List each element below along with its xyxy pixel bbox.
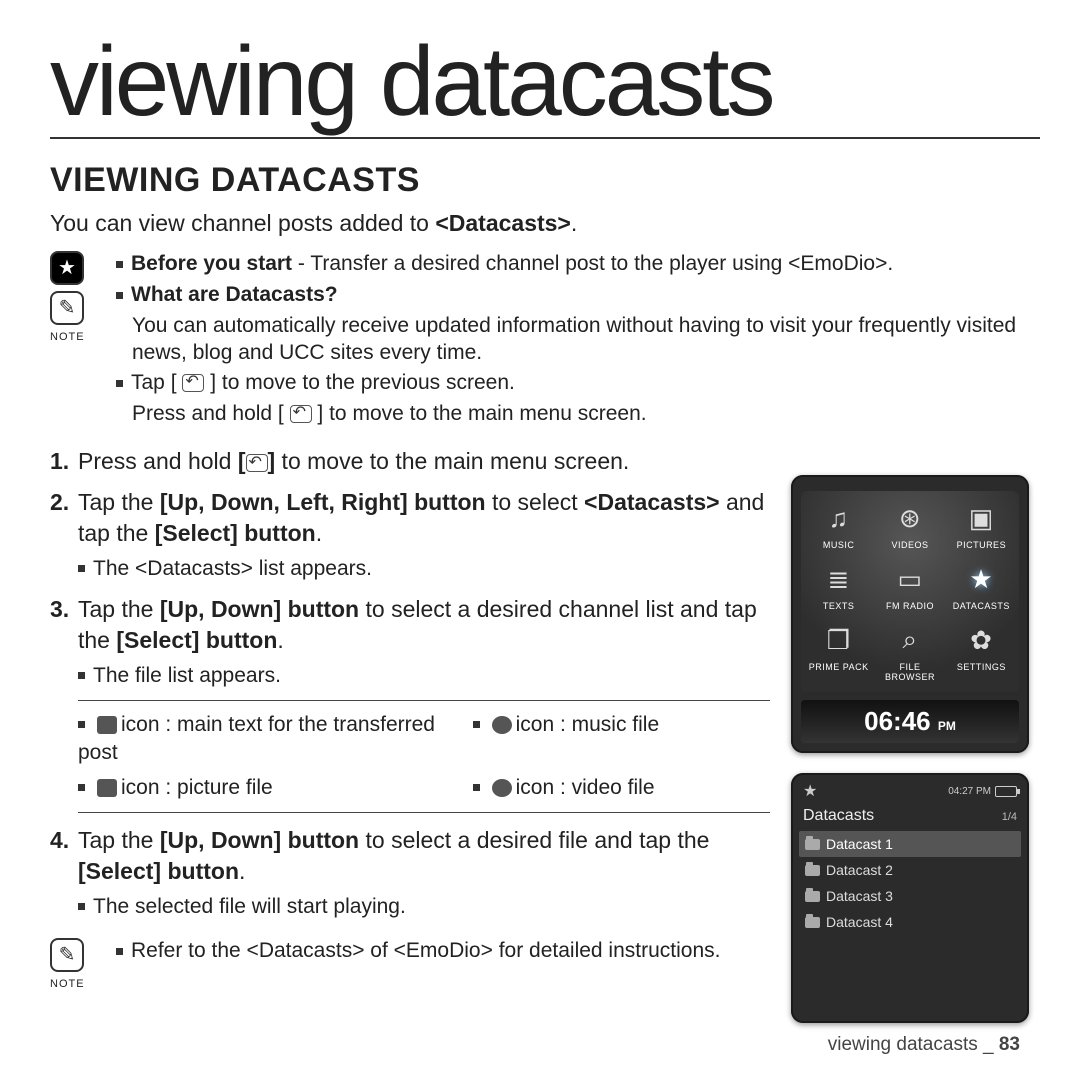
bottom-note: ✎ NOTE Refer to the <Datacasts> of <EmoD… (50, 938, 770, 990)
datacasts-icon: ★ (803, 781, 817, 801)
step-1: Press and hold [] to move to the main me… (50, 446, 770, 477)
star-icon: ★ (50, 251, 84, 285)
pencil-icon: ✎ (50, 938, 84, 972)
menu-item-fm-radio[interactable]: ▭ FM RADIO (876, 560, 943, 611)
music-icon: ♫ (818, 499, 860, 537)
menu-item-file-browser[interactable]: ⌕ FILE BROWSER (876, 621, 943, 682)
list-item-label: Datacast 4 (826, 914, 893, 930)
back-icon (290, 405, 312, 423)
menu-item-texts[interactable]: ≣ TEXTS (805, 560, 872, 611)
picture-icon (97, 779, 117, 797)
menu-item-label: PICTURES (948, 540, 1015, 550)
device-datacasts-list: ★ 04:27 PM Datacasts 1/4 Datacast 1 Datac… (791, 773, 1029, 1023)
menu-item-music[interactable]: ♫ MUSIC (805, 499, 872, 550)
menu-item-label: FILE BROWSER (876, 662, 943, 682)
menu-item-label: FM RADIO (876, 601, 943, 611)
list-item[interactable]: Datacast 3 (799, 883, 1021, 909)
video-icon (492, 779, 512, 797)
music-icon (492, 716, 512, 734)
legend-picture: icon : picture file (78, 774, 465, 802)
section-heading: VIEWING DATACASTS (50, 161, 1040, 200)
step-3: Tap the [Up, Down] button to select a de… (50, 594, 770, 813)
file-browser-icon: ⌕ (889, 621, 931, 659)
legend-music: icon : music file (473, 711, 770, 768)
list-item-label: Datacast 3 (826, 888, 893, 904)
device-main-menu: ♫ MUSIC ⊛ VIDEOS ▣ PICTURES ≣ TEXTS ▭ FM RADIO ★ DA… (791, 475, 1029, 753)
folder-icon (805, 865, 820, 876)
menu-item-label: VIDEOS (876, 540, 943, 550)
note-label: NOTE (50, 331, 104, 343)
menu-item-pictures[interactable]: ▣ PICTURES (948, 499, 1015, 550)
battery-icon (995, 786, 1017, 797)
pictures-icon: ▣ (960, 499, 1002, 537)
prime-pack-icon: ❐ (818, 621, 860, 659)
device-clock: 06:46 PM (801, 700, 1019, 743)
bullet-icon (78, 903, 85, 910)
back-icon (182, 374, 204, 392)
menu-item-videos[interactable]: ⊛ VIDEOS (876, 499, 943, 550)
bullet-icon (116, 292, 123, 299)
texts-icon: ≣ (818, 560, 860, 598)
videos-icon: ⊛ (889, 499, 931, 537)
menu-item-label: DATACASTS (948, 601, 1015, 611)
list-item[interactable]: Datacast 2 (799, 857, 1021, 883)
legend-text: icon : main text for the transferred pos… (78, 711, 465, 768)
menu-item-settings[interactable]: ✿ SETTINGS (948, 621, 1015, 682)
folder-icon (805, 917, 820, 928)
bullet-icon (116, 261, 123, 268)
intro-line: You can view channel posts added to <Dat… (50, 210, 1040, 237)
folder-icon (805, 839, 820, 850)
menu-item-label: PRIME PACK (805, 662, 872, 672)
steps-list: Press and hold [] to move to the main me… (50, 446, 770, 921)
bullet-icon (116, 380, 123, 387)
datacasts-icon: ★ (960, 560, 1002, 598)
device-list-title: Datacasts (803, 807, 874, 825)
settings-icon: ✿ (960, 621, 1002, 659)
pencil-icon: ✎ (50, 291, 84, 325)
list-item-label: Datacast 2 (826, 862, 893, 878)
menu-item-label: SETTINGS (948, 662, 1015, 672)
back-icon (246, 454, 268, 472)
step-2: Tap the [Up, Down, Left, Right] button t… (50, 487, 770, 583)
device-list-pager: 1/4 (1002, 811, 1017, 823)
list-item[interactable]: Datacast 4 (799, 909, 1021, 935)
step-4: Tap the [Up, Down] button to select a de… (50, 825, 770, 921)
bullet-icon (78, 672, 85, 679)
menu-item-prime-pack[interactable]: ❐ PRIME PACK (805, 621, 872, 682)
list-item-label: Datacast 1 (826, 836, 893, 852)
page-title: viewing datacasts (50, 30, 1040, 139)
fm-radio-icon: ▭ (889, 560, 931, 598)
folder-icon (805, 891, 820, 902)
menu-item-label: MUSIC (805, 540, 872, 550)
document-icon (97, 716, 117, 734)
legend-video: icon : video file (473, 774, 770, 802)
note-block: ★ ✎ NOTE Before you start - Transfer a d… (50, 251, 1040, 432)
list-item[interactable]: Datacast 1 (799, 831, 1021, 857)
bullet-icon (78, 565, 85, 572)
bullet-icon (116, 948, 123, 955)
note-label: NOTE (50, 978, 104, 990)
menu-item-label: TEXTS (805, 601, 872, 611)
icon-legend: icon : main text for the transferred pos… (78, 700, 770, 813)
menu-item-datacasts[interactable]: ★ DATACASTS (948, 560, 1015, 611)
device-status-time: 04:27 PM (948, 786, 991, 797)
